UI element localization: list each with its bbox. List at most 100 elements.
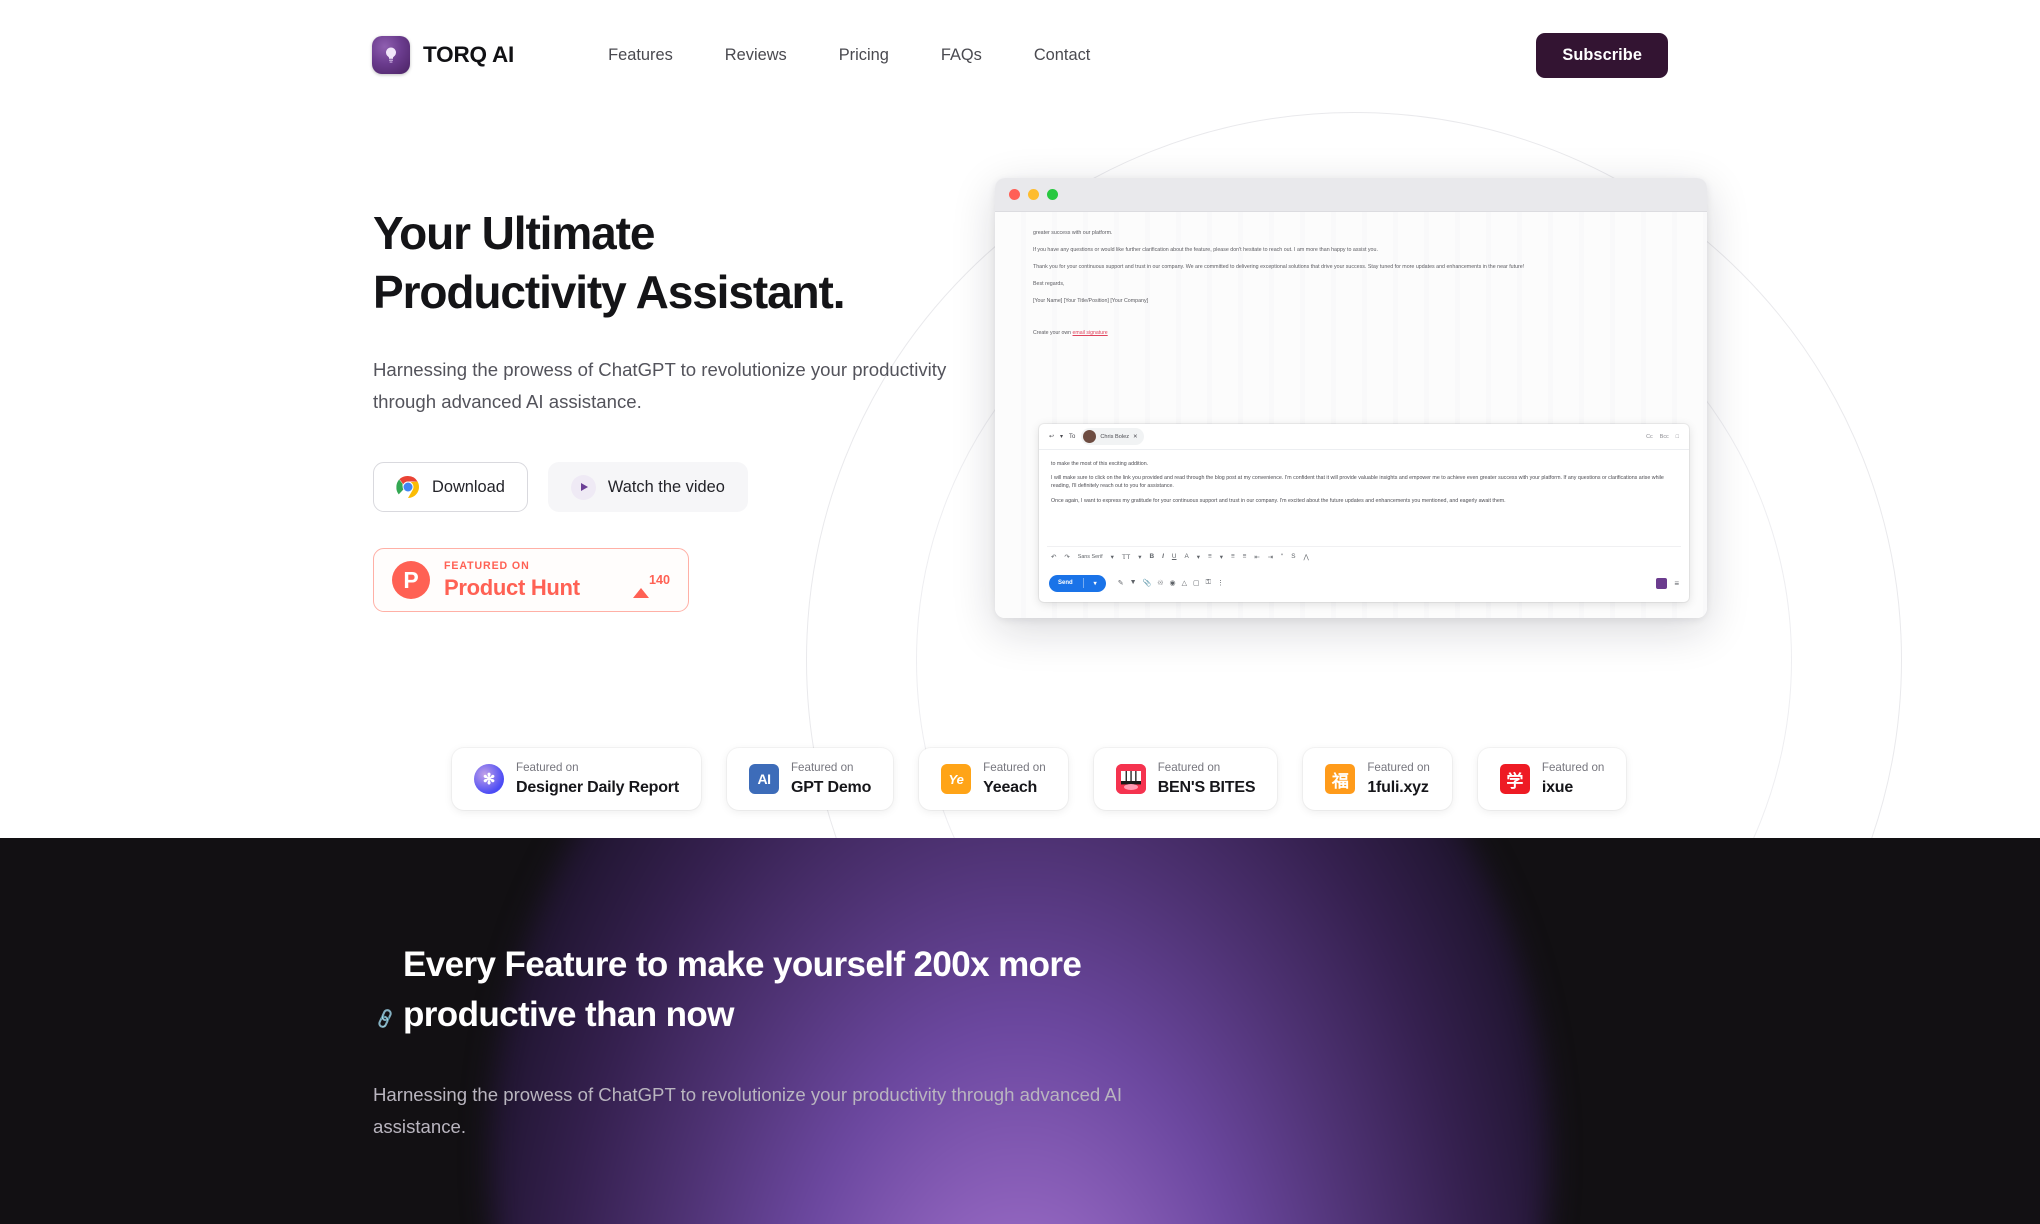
send-button[interactable]: Send ▾ — [1049, 574, 1106, 592]
landing-page: TORQ AI Features Reviews Pricing FAQs Co… — [0, 0, 2040, 1224]
play-icon — [570, 474, 596, 500]
subscribe-button[interactable]: Subscribe — [1536, 32, 1668, 78]
designer-daily-report-icon: ✻ — [474, 764, 504, 794]
more-options-icon[interactable]: ≡ — [1674, 579, 1679, 588]
ai-assistant-icon[interactable] — [1656, 577, 1668, 589]
font-family-select[interactable]: Sans Serif — [1074, 554, 1107, 560]
product-hunt-upvote[interactable]: 140 — [632, 571, 670, 599]
product-hunt-logo-icon: P — [392, 561, 430, 600]
indent-less-icon[interactable]: ⇤ — [1250, 553, 1263, 561]
close-window-icon[interactable] — [1009, 189, 1020, 200]
email-line: [Your Name] [Your Title/Position] [Your … — [1033, 297, 1149, 304]
attach-icon[interactable]: ▼ — [1130, 579, 1137, 587]
recipient-chip[interactable]: Chris Bolez ✕ — [1081, 428, 1144, 445]
featured-name: Yeeach — [983, 778, 1038, 796]
signature-icon[interactable]: ⚿ — [1206, 579, 1211, 587]
image-icon[interactable]: △ — [1182, 579, 1187, 587]
nav-item-faqs[interactable]: FAQs — [915, 38, 1008, 73]
brand-name: TORQ AI — [423, 42, 515, 67]
strikethrough-icon[interactable]: S — [1287, 553, 1299, 560]
featured-eyebrow: Featured on — [1541, 761, 1605, 775]
bold-icon[interactable]: B — [1145, 553, 1158, 560]
compose-to-row[interactable]: ↩ ▾ To Chris Bolez ✕ Cc Bcc □ — [1039, 424, 1689, 450]
cc-button[interactable]: Cc — [1646, 434, 1653, 440]
maximize-window-icon[interactable] — [1047, 189, 1058, 200]
more-icon[interactable]: ⋮ — [1217, 579, 1224, 587]
featured-card-designer-daily-report[interactable]: ✻ Featured on Designer Daily Report — [452, 748, 701, 810]
emoji-icon[interactable]: ♾ — [1157, 579, 1163, 587]
featured-card-bens-bites[interactable]: Featured on BEN'S BITES — [1093, 748, 1278, 810]
undo-icon[interactable]: ↶ — [1047, 553, 1060, 561]
align-icon[interactable]: ≡ — [1204, 553, 1216, 560]
featured-name: 1fuli.xyz — [1367, 778, 1429, 796]
compose-line: to make the most of this exciting additi… — [1051, 461, 1149, 467]
chevron-down-icon[interactable]: ▾ — [1216, 553, 1227, 561]
minimize-window-icon[interactable] — [1028, 189, 1039, 200]
upvote-triangle-icon — [632, 571, 649, 599]
confidential-icon[interactable]: ▢ — [1193, 579, 1200, 587]
featured-card-1fuli[interactable]: 福 Featured on 1fuli.xyz — [1303, 748, 1452, 810]
download-button[interactable]: Download — [373, 462, 528, 513]
featured-card-gpt-demo[interactable]: AI Featured on GPT Demo — [726, 748, 894, 810]
features-subtitle: Harnessing the prowess of ChatGPT to rev… — [373, 1084, 1122, 1138]
chevron-down-icon[interactable]: ▾ — [1193, 553, 1204, 561]
signature-prompt: Create your own email signature — [1033, 330, 1681, 336]
quote-icon[interactable]: “ — [1277, 553, 1287, 560]
formatting-toolbar: ↶ ↷ Sans Serif ▾ 𝕋T ▾ B I U A ▾ ≡ ▾ ≡ ≡ … — [1047, 546, 1681, 564]
text-color-icon[interactable]: A — [1181, 553, 1193, 560]
chevron-down-icon[interactable]: ▾ — [1134, 553, 1145, 561]
text-size-icon[interactable]: 𝕋T — [1118, 553, 1134, 561]
hero-section: TORQ AI Features Reviews Pricing FAQs Co… — [0, 0, 2040, 838]
avatar — [1083, 430, 1097, 443]
product-hunt-badge[interactable]: P FEATURED ON Product Hunt 140 — [373, 548, 689, 613]
nav-links: Features Reviews Pricing FAQs Contact — [582, 38, 1116, 73]
email-line: Best regards, — [1033, 280, 1065, 287]
link-icon[interactable]: 📎 — [1143, 579, 1152, 587]
email-signature-link[interactable]: email signature — [1073, 330, 1108, 336]
bcc-button[interactable]: Bcc — [1660, 434, 1669, 440]
chevron-down-icon[interactable]: ▾ — [1107, 553, 1118, 561]
redo-icon[interactable]: ↷ — [1060, 553, 1073, 561]
nav-item-pricing[interactable]: Pricing — [813, 38, 915, 73]
nav-item-features[interactable]: Features — [582, 38, 699, 73]
lightbulb-icon — [372, 36, 410, 74]
featured-eyebrow: Featured on — [1367, 761, 1430, 775]
compose-window: ↩ ▾ To Chris Bolez ✕ Cc Bcc □ to make th… — [1039, 424, 1689, 602]
remove-format-icon[interactable]: ⋀ — [1300, 553, 1313, 561]
watch-video-button[interactable]: Watch the video — [547, 462, 748, 513]
top-navigation: TORQ AI Features Reviews Pricing FAQs Co… — [0, 0, 2040, 110]
featured-name: Designer Daily Report — [516, 778, 679, 796]
gpt-demo-icon: AI — [748, 764, 779, 794]
list-numbered-icon[interactable]: ≡ — [1227, 553, 1239, 560]
reply-icon[interactable]: ↩ — [1049, 433, 1054, 440]
recipient-name: Chris Bolez — [1100, 433, 1129, 440]
featured-eyebrow: Featured on — [983, 761, 1046, 775]
email-thread: greater success with our platform. If yo… — [995, 212, 1707, 336]
underline-icon[interactable]: U — [1168, 553, 1181, 560]
list-bulleted-icon[interactable]: ≡ — [1239, 553, 1251, 560]
chrome-icon — [396, 476, 419, 499]
featured-card-ixue[interactable]: 学 Featured on ixue — [1477, 748, 1627, 810]
expand-icon[interactable]: □ — [1676, 434, 1679, 440]
indent-more-icon[interactable]: ⇥ — [1264, 553, 1277, 561]
featured-eyebrow: Featured on — [790, 761, 854, 775]
drive-icon[interactable]: ◉ — [1170, 579, 1176, 587]
mockup-titlebar — [995, 178, 1707, 212]
chevron-down-icon[interactable]: ▾ — [1094, 580, 1097, 587]
to-label: To — [1069, 433, 1076, 440]
nav-item-contact[interactable]: Contact — [1008, 38, 1117, 73]
page-title: Your Ultimate Productivity Assistant. — [373, 207, 846, 318]
featured-eyebrow: Featured on — [1157, 761, 1221, 775]
close-icon[interactable]: ✕ — [1133, 434, 1138, 440]
featured-card-yeeach[interactable]: Ye Featured on Yeeach — [919, 748, 1068, 810]
italic-icon[interactable]: I — [1158, 553, 1168, 560]
nav-item-reviews[interactable]: Reviews — [699, 38, 813, 73]
compose-right-icons: ≡ — [1656, 577, 1679, 589]
compose-line: Once again, I want to express my gratitu… — [1051, 497, 1506, 504]
format-icon[interactable]: ✎ — [1118, 579, 1124, 587]
product-hunt-count: 140 — [648, 573, 670, 588]
chevron-down-icon[interactable]: ▾ — [1060, 433, 1063, 440]
compose-body[interactable]: to make the most of this exciting additi… — [1039, 450, 1689, 521]
brand-logo[interactable]: TORQ AI — [372, 36, 514, 74]
mockup-content: greater success with our platform. If yo… — [995, 212, 1707, 618]
